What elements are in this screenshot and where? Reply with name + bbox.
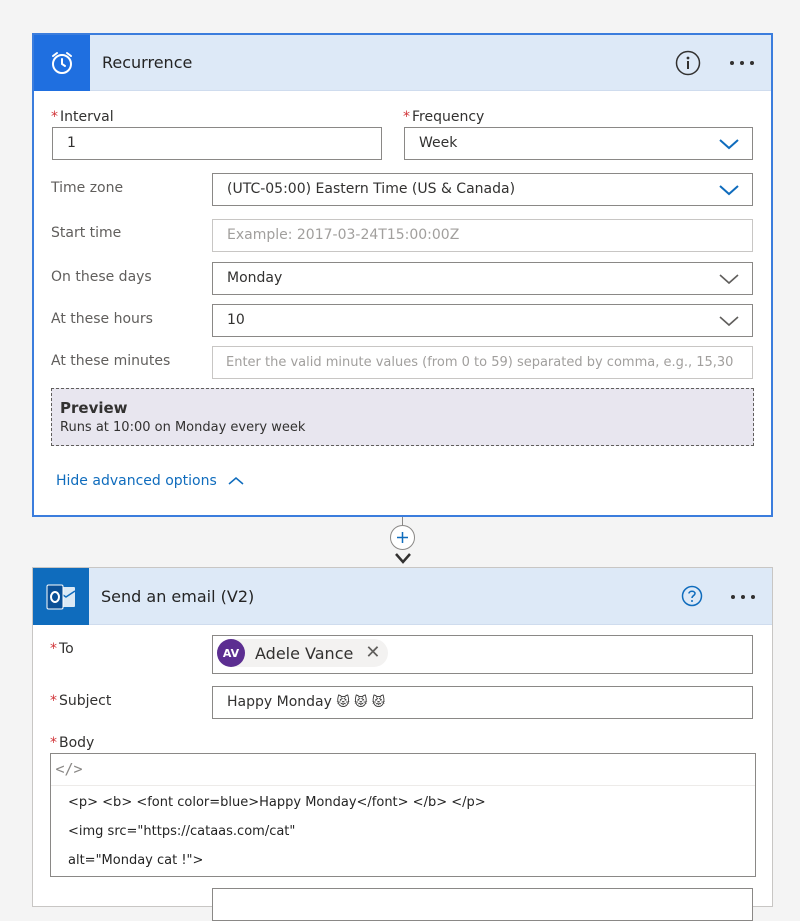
code-view-icon[interactable]: </>: [54, 756, 84, 782]
recipient-name: Adele Vance: [255, 643, 354, 663]
from-field[interactable]: [212, 888, 753, 921]
frequency-label: * Frequency: [403, 109, 485, 125]
on-these-days-value: Monday: [227, 270, 283, 286]
outlook-icon: [33, 568, 89, 625]
advanced-link-label: Hide advanced options: [56, 473, 217, 489]
on-these-days-label: On these days: [51, 269, 152, 285]
subject-value: Happy Monday: [227, 694, 332, 710]
body-line: <img src="https://cataas.com/cat": [68, 824, 296, 839]
on-these-days-dropdown[interactable]: Monday: [212, 262, 753, 295]
arrow-down-icon: [395, 553, 411, 564]
recurrence-card: Recurrence * Interval 1 * Frequency Week T…: [32, 33, 773, 517]
send-email-card: Send an email (V2) * To AV Adele Vance ✕ …: [32, 567, 773, 921]
info-icon[interactable]: [675, 50, 701, 76]
chevron-down-icon: [719, 274, 739, 285]
cat-emoji: 😾 😾 😾: [336, 695, 386, 710]
time-zone-label: Time zone: [51, 180, 124, 196]
remove-recipient-icon[interactable]: ✕: [365, 644, 380, 662]
start-time-input[interactable]: Example: 2017-03-24T15:00:00Z: [212, 219, 753, 252]
more-options-icon[interactable]: [727, 49, 757, 77]
chevron-down-icon: [719, 139, 739, 150]
schedule-preview: Preview Runs at 10:00 on Monday every we…: [51, 388, 754, 446]
send-email-title: Send an email (V2): [101, 587, 255, 606]
add-step-button[interactable]: [390, 525, 415, 550]
send-email-header[interactable]: Send an email (V2): [33, 568, 772, 625]
to-label: * To: [50, 641, 74, 657]
avatar: AV: [217, 639, 245, 667]
body-label: * Body: [50, 735, 95, 751]
at-these-hours-value: 10: [227, 312, 245, 328]
body-line: alt="Monday cat !">: [68, 853, 204, 868]
time-zone-value: (UTC-05:00) Eastern Time (US & Canada): [227, 181, 516, 197]
help-icon[interactable]: [680, 584, 704, 608]
at-these-hours-dropdown[interactable]: 10: [212, 304, 753, 337]
preview-text: Runs at 10:00 on Monday every week: [60, 420, 306, 435]
time-zone-dropdown[interactable]: (UTC-05:00) Eastern Time (US & Canada): [212, 173, 753, 206]
recurrence-title: Recurrence: [102, 53, 193, 72]
chevron-down-icon: [719, 185, 739, 196]
hide-advanced-options-link[interactable]: Hide advanced options: [56, 473, 245, 489]
body-divider: [51, 785, 755, 786]
alarm-clock-icon: [34, 35, 90, 91]
body-line: <p> <b> <font color=blue>Happy Monday</f…: [68, 795, 486, 810]
body-editor[interactable]: </> <p> <b> <font color=blue>Happy Monda…: [50, 753, 756, 877]
recurrence-header[interactable]: Recurrence: [34, 35, 771, 91]
subject-label: * Subject: [50, 693, 112, 709]
subject-input[interactable]: Happy Monday 😾 😾 😾: [212, 686, 753, 719]
chevron-up-icon: [228, 477, 244, 485]
start-time-label: Start time: [51, 225, 122, 241]
at-these-minutes-label: At these minutes: [51, 353, 171, 369]
recipient-chip: AV Adele Vance ✕: [217, 639, 389, 667]
plus-icon: [397, 532, 408, 543]
at-these-minutes-input[interactable]: Enter the valid minute values (from 0 to…: [212, 346, 753, 379]
frequency-value: Week: [419, 135, 458, 151]
frequency-dropdown[interactable]: Week: [404, 127, 753, 160]
preview-title: Preview: [60, 399, 128, 417]
at-these-hours-label: At these hours: [51, 311, 153, 327]
interval-input[interactable]: 1: [52, 127, 382, 160]
chevron-down-icon: [719, 316, 739, 327]
to-field[interactable]: AV Adele Vance ✕: [212, 635, 753, 674]
interval-label: * Interval: [51, 109, 114, 125]
more-options-icon[interactable]: [728, 583, 758, 611]
